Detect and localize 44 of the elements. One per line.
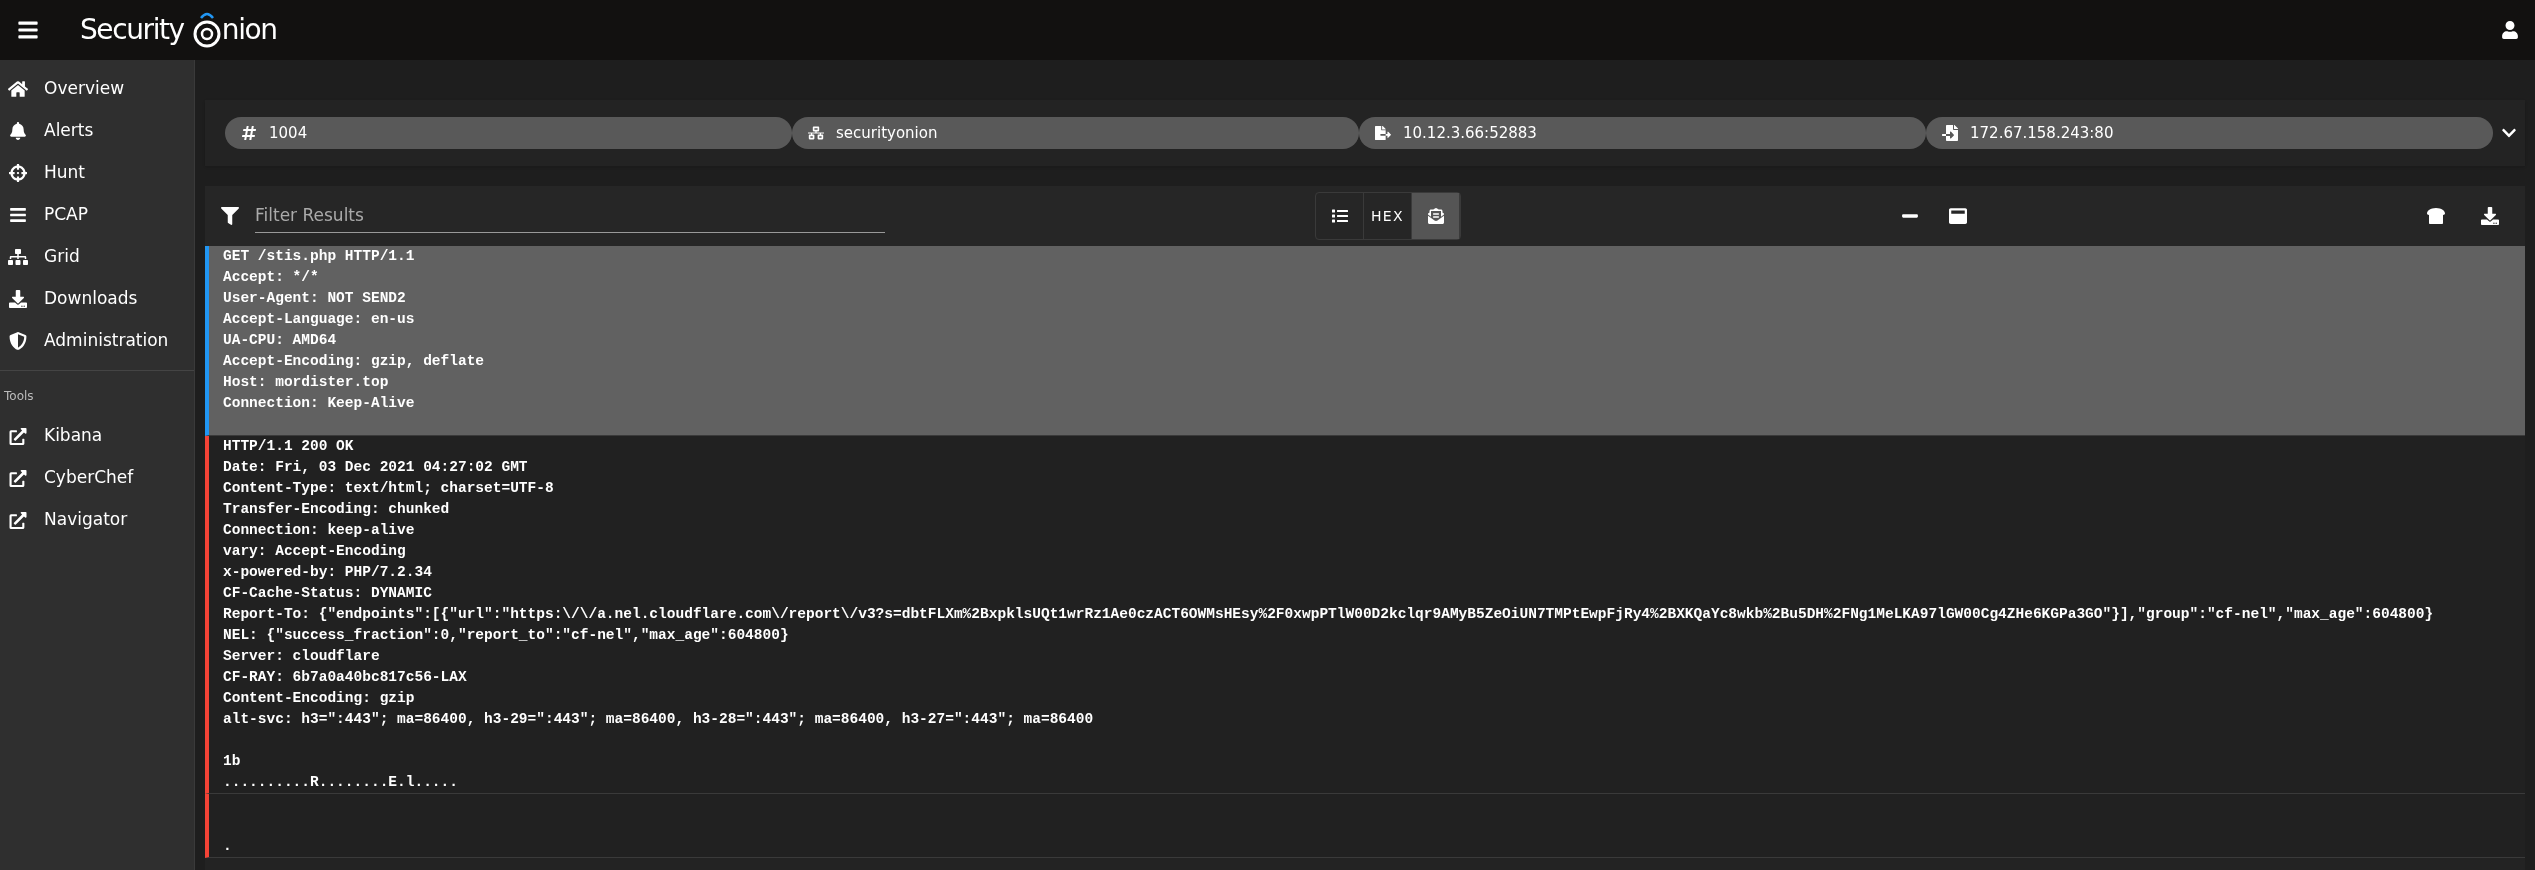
window-icon[interactable]	[1949, 207, 1967, 225]
home-icon	[8, 80, 28, 98]
nav-item[interactable]: Administration	[0, 320, 194, 362]
nav-item[interactable]: Kibana	[0, 415, 194, 457]
nav-item[interactable]: Overview	[0, 68, 194, 110]
sitemap-icon	[8, 248, 28, 266]
section-heading: Tools	[4, 389, 34, 403]
nav-item[interactable]: Downloads	[0, 278, 194, 320]
filter-icon	[221, 207, 239, 225]
external-link-icon	[8, 427, 28, 445]
info-chip: securityonion	[792, 117, 1359, 149]
bars-icon	[8, 206, 28, 224]
nav-item[interactable]: Alerts	[0, 110, 194, 152]
file-export-icon	[1375, 125, 1391, 141]
info-chip: 10.12.3.66:52883	[1359, 117, 1926, 149]
crosshairs-icon	[8, 164, 28, 182]
packet-payload: HTTP/1.1 200 OK Date: Fri, 03 Dec 2021 04:27:02 GMT Content-Type: text/html; charset=UTF-8 Transfer-Encoding: chunked Connection: keep-alive vary: Accept-Encoding x-powered-by: PHP/7.2.34 CF-Cache-Status: DYNAMIC Report-To: {"endpoints":[{"url":"https:\/\/a.nel.cloudflare.com\/report\/v3?s=dbtFLXm%2BxpklsUQt1wrRz1Ae0czACT6OWMsHEsy%2F0xwpPTlW00D2kclqr9AMyB5ZeOiUN7TMPtEwpFjRy4%2BXKQaYc8wkb%2Bu5DH%2FNg1MeLKA97lGW00Cg4ZHe6KGPa3GO"}],"group":"cf-nel","max_age":604800} NEL: {"success_fraction":0,"report_to":"cf-nel","max_age":604800} Server: cloudflare CF-RAY: 6b7a0a40bc817c56-LAX Content-Encoding: gzip alt-svc: h3=":443"; ma=86400, h3-29=":443"; ma=86400, h3-28=":443"; ma=86400, h3-27=":443"; ma=86400 1b ..........R........E.l.....	[205, 436, 2525, 794]
envelope-icon	[1427, 208, 1444, 224]
packet-payload: .	[205, 794, 2525, 858]
shield-icon	[8, 332, 28, 350]
filter-field[interactable]: Filter Results	[255, 198, 885, 234]
info-chip: 1004	[225, 117, 792, 149]
download-icon	[8, 290, 28, 308]
nav-item[interactable]: PCAP	[0, 194, 194, 236]
download-icon[interactable]	[2481, 207, 2499, 225]
external-link-icon	[8, 469, 28, 487]
onion-logo-icon	[191, 10, 222, 50]
external-link-icon	[8, 511, 28, 529]
info-chip: 172.67.158.243:80	[1926, 117, 2493, 149]
nav-item[interactable]: Grid	[0, 236, 194, 278]
bread-icon[interactable]	[2427, 207, 2445, 225]
logo-text: nion	[221, 12, 277, 48]
user-icon[interactable]	[2501, 21, 2519, 39]
view-mode-button[interactable]	[1412, 193, 1460, 239]
hash-icon	[241, 125, 257, 141]
nav-item[interactable]: Hunt	[0, 152, 194, 194]
network-icon	[808, 125, 824, 141]
nav-item[interactable]: Navigator	[0, 499, 194, 541]
nav-item[interactable]: CyberChef	[0, 457, 194, 499]
packet-payload: GET /stis.php HTTP/1.1 Accept: */* User-Agent: NOT SEND2 Accept-Language: en-us UA-CPU: AMD64 Accept-Encoding: gzip, deflate Host: mordister.top Connection: Keep-Alive	[205, 246, 2525, 436]
bell-icon	[8, 122, 28, 140]
file-import-icon	[1942, 125, 1958, 141]
logo-text: Security	[80, 12, 184, 48]
list-icon	[1331, 208, 1348, 224]
